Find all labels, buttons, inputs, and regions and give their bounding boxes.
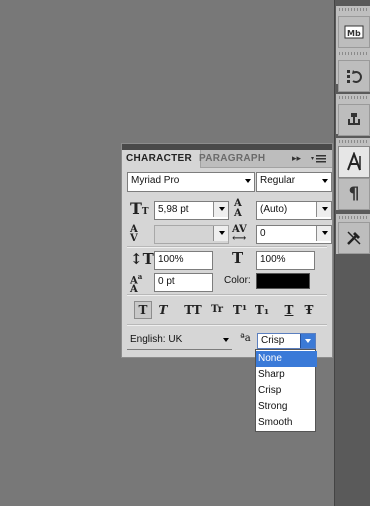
chevron-down-icon	[245, 179, 251, 183]
antialias-dropdown-button[interactable]	[300, 334, 315, 348]
option-strong[interactable]: Strong	[256, 399, 317, 415]
font-style-value: Regular	[260, 175, 296, 186]
language-select[interactable]: English: UK	[127, 332, 232, 350]
clone-source-icon[interactable]	[338, 104, 370, 136]
antialias-value: Crisp	[261, 335, 285, 346]
history-icon[interactable]	[338, 60, 370, 92]
chevron-down-icon	[322, 207, 328, 211]
leading-value: (Auto)	[260, 204, 288, 215]
leading-icon: AA	[234, 198, 242, 219]
dock-grip[interactable]	[339, 140, 367, 143]
tracking-field[interactable]: 0	[256, 225, 332, 244]
tracking-value: 0	[260, 228, 266, 239]
horizontal-scale-icon: T	[232, 249, 244, 267]
font-size-dropdown[interactable]	[213, 202, 228, 217]
dock-grip[interactable]	[339, 8, 367, 11]
horizontal-scale-value: 100%	[260, 254, 286, 265]
panel-tab-bar: CHARACTER PARAGRAPH ▸▸	[122, 150, 332, 168]
small-caps-button[interactable]: Tr	[206, 301, 228, 319]
chevron-down-icon	[322, 179, 328, 183]
dock-grip[interactable]	[339, 216, 367, 219]
chevron-down-icon	[219, 207, 225, 211]
mini-bridge-icon[interactable]: Mb	[338, 16, 370, 48]
language-value: English: UK	[130, 334, 183, 345]
kerning-icon: AV	[130, 224, 138, 244]
all-caps-button[interactable]: TT	[182, 301, 204, 319]
tracking-dropdown[interactable]	[316, 226, 331, 241]
font-style-select[interactable]: Regular	[256, 172, 332, 192]
antialias-select[interactable]: Crisp	[257, 333, 316, 349]
superscript-button[interactable]: T¹	[230, 301, 250, 319]
kerning-dropdown[interactable]	[213, 226, 228, 241]
color-label: Color:	[224, 275, 251, 286]
character-panel: CHARACTER PARAGRAPH ▸▸ Myriad Pro Regula…	[121, 143, 333, 358]
vertical-scale-field[interactable]: 100%	[154, 251, 213, 270]
font-size-icon: TT	[130, 199, 149, 218]
leading-field[interactable]: (Auto)	[256, 201, 332, 220]
leading-dropdown[interactable]	[316, 202, 331, 217]
font-family-value: Myriad Pro	[131, 175, 180, 186]
svg-text:Mb: Mb	[347, 29, 361, 38]
option-crisp[interactable]: Crisp	[256, 383, 317, 399]
subscript-button[interactable]: T₁	[252, 301, 272, 319]
strikethrough-button[interactable]: Ŧ	[300, 301, 318, 319]
antialias-dropdown-list: None Sharp Crisp Strong Smooth	[255, 349, 317, 432]
option-smooth[interactable]: Smooth	[256, 415, 317, 431]
character-icon[interactable]	[338, 146, 370, 178]
option-sharp[interactable]: Sharp	[256, 367, 317, 383]
kerning-field[interactable]	[154, 225, 229, 244]
baseline-shift-value: 0 pt	[158, 276, 175, 287]
panel-menu-icon[interactable]	[310, 152, 328, 165]
vertical-scale-value: 100%	[158, 254, 184, 265]
dock-grip[interactable]	[339, 96, 367, 99]
faux-bold-button[interactable]: T	[134, 301, 152, 319]
divider	[127, 246, 327, 248]
chevron-down-icon	[322, 231, 328, 235]
tool-presets-icon[interactable]	[338, 222, 370, 254]
paragraph-icon[interactable]: ¶	[338, 178, 370, 210]
divider	[127, 324, 327, 326]
tab-paragraph[interactable]: PARAGRAPH	[195, 150, 278, 168]
tracking-icon: AV ⟷	[232, 224, 247, 244]
antialias-icon: ªa	[240, 333, 251, 344]
vertical-scale-icon: ↕T	[130, 250, 154, 268]
chevron-down-icon	[219, 231, 225, 235]
font-size-field[interactable]: 5,98 pt	[154, 201, 229, 220]
option-none[interactable]: None	[256, 351, 317, 367]
baseline-shift-icon: Aa A	[130, 272, 143, 296]
font-family-select[interactable]: Myriad Pro	[127, 172, 255, 192]
faux-italic-button[interactable]: T	[154, 301, 172, 319]
chevron-down-icon	[223, 338, 229, 342]
horizontal-scale-field[interactable]: 100%	[256, 251, 315, 270]
collapse-icon[interactable]: ▸▸	[292, 153, 301, 164]
baseline-shift-field[interactable]: 0 pt	[154, 273, 213, 292]
underline-button[interactable]: T	[280, 301, 298, 319]
tab-character[interactable]: CHARACTER	[122, 150, 201, 168]
type-style-buttons: T T TT Tr T¹ T₁ T Ŧ	[134, 301, 324, 319]
panel-dock: Mb ¶	[334, 0, 370, 506]
font-size-value: 5,98 pt	[158, 204, 189, 215]
dock-grip[interactable]	[339, 52, 367, 55]
chevron-down-icon	[305, 339, 311, 343]
divider	[127, 294, 327, 296]
color-swatch[interactable]	[256, 273, 310, 289]
